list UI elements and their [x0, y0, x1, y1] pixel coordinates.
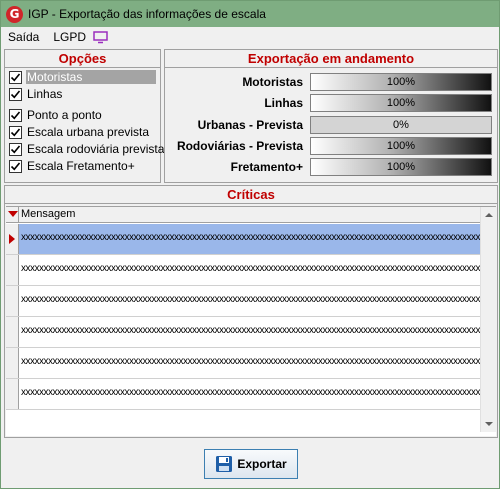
- export-button[interactable]: Exportar: [204, 449, 298, 479]
- progress-bar-rodoviarias: 100%: [310, 137, 492, 155]
- row-indicator: [6, 255, 19, 285]
- progress-label: Motoristas: [242, 75, 303, 89]
- monitor-icon[interactable]: [93, 30, 108, 44]
- progress-row-rodoviarias: Rodoviárias - Prevista 100%: [165, 136, 497, 156]
- checkbox-linhas[interactable]: [9, 87, 22, 101]
- option-label-escala-rodoviaria: Escala rodoviária prevista: [27, 142, 165, 156]
- table-row[interactable]: xxxxxxxxxxxxxxxxxxxxxxxxxxxxxxxxxxxxxxxx…: [6, 348, 480, 379]
- row-indicator: [6, 224, 19, 254]
- table-cell-mensagem[interactable]: xxxxxxxxxxxxxxxxxxxxxxxxxxxxxxxxxxxxxxxx…: [19, 379, 480, 409]
- checkbox-escala-fretamento[interactable]: [9, 159, 22, 173]
- progress-row-motoristas: Motoristas 100%: [165, 72, 497, 92]
- progress-percent: 0%: [393, 119, 409, 131]
- checkbox-ponto-a-ponto[interactable]: [9, 108, 22, 122]
- option-label-escala-fretamento: Escala Fretamento+: [27, 159, 135, 173]
- window-title: IGP - Exportação das informações de esca…: [28, 7, 266, 21]
- chevron-down-icon: [485, 422, 493, 426]
- check-icon: [10, 89, 21, 98]
- row-indicator: [6, 286, 19, 316]
- export-progress-panel: Exportação em andamento Motoristas 100% …: [164, 49, 498, 183]
- option-label-ponto-a-ponto: Ponto a ponto: [27, 108, 102, 122]
- option-escala-urbana[interactable]: Escala urbana prevista: [9, 124, 150, 140]
- check-icon: [10, 72, 21, 81]
- grid-header: Mensagem: [6, 207, 480, 223]
- table-cell-mensagem[interactable]: xxxxxxxxxxxxxxxxxxxxxxxxxxxxxxxxxxxxxxxx…: [19, 255, 480, 285]
- progress-bar-fretamento: 100%: [310, 158, 492, 176]
- scroll-up-button[interactable]: [481, 207, 497, 223]
- grid-indicator-header: [6, 207, 19, 222]
- table-row[interactable]: xxxxxxxxxxxxxxxxxxxxxxxxxxxxxxxxxxxxxxxx…: [6, 224, 480, 255]
- progress-percent: 100%: [386, 140, 416, 152]
- main-window: G IGP - Exportação das informações de es…: [0, 0, 500, 489]
- progress-percent: 100%: [386, 97, 416, 109]
- progress-label: Urbanas - Prevista: [197, 118, 303, 132]
- option-escala-rodoviaria[interactable]: Escala rodoviária prevista: [9, 141, 165, 157]
- options-header: Opções: [5, 50, 160, 68]
- table-cell-mensagem[interactable]: xxxxxxxxxxxxxxxxxxxxxxxxxxxxxxxxxxxxxxxx…: [19, 317, 480, 347]
- table-cell-mensagem[interactable]: xxxxxxxxxxxxxxxxxxxxxxxxxxxxxxxxxxxxxxxx…: [19, 348, 480, 378]
- option-label-linhas: Linhas: [27, 87, 63, 101]
- checkbox-escala-rodoviaria[interactable]: [9, 142, 22, 156]
- criticas-header: Críticas: [5, 186, 497, 204]
- option-motoristas[interactable]: Motoristas: [9, 69, 156, 85]
- menu-bar: Saída LGPD: [1, 27, 499, 47]
- vertical-scrollbar[interactable]: [480, 207, 496, 432]
- progress-label: Linhas: [264, 96, 303, 110]
- progress-row-linhas: Linhas 100%: [165, 93, 497, 113]
- check-icon: [10, 161, 21, 170]
- progress-row-urbanas: Urbanas - Prevista 0%: [165, 115, 497, 135]
- grid-body: xxxxxxxxxxxxxxxxxxxxxxxxxxxxxxxxxxxxxxxx…: [6, 224, 480, 432]
- table-row[interactable]: xxxxxxxxxxxxxxxxxxxxxxxxxxxxxxxxxxxxxxxx…: [6, 317, 480, 348]
- option-ponto-a-ponto[interactable]: Ponto a ponto: [9, 107, 103, 123]
- progress-bar-linhas: 100%: [310, 94, 492, 112]
- checkbox-escala-urbana[interactable]: [9, 125, 22, 139]
- check-icon: [10, 127, 21, 136]
- sort-down-icon[interactable]: [8, 211, 18, 217]
- row-indicator: [6, 317, 19, 347]
- menu-saida[interactable]: Saída: [1, 30, 46, 44]
- option-label-motoristas: Motoristas: [26, 70, 156, 84]
- progress-percent: 100%: [386, 161, 416, 173]
- app-logo-icon: G: [6, 5, 23, 23]
- chevron-up-icon: [485, 213, 493, 217]
- row-indicator: [6, 348, 19, 378]
- progress-bar-motoristas: 100%: [310, 73, 492, 91]
- table-cell-mensagem[interactable]: xxxxxxxxxxxxxxxxxxxxxxxxxxxxxxxxxxxxxxxx…: [19, 224, 480, 254]
- check-icon: [10, 144, 21, 153]
- progress-label: Rodoviárias - Prevista: [176, 139, 303, 153]
- progress-bar-urbanas: 0%: [310, 116, 492, 134]
- scroll-down-button[interactable]: [481, 416, 497, 432]
- table-row[interactable]: xxxxxxxxxxxxxxxxxxxxxxxxxxxxxxxxxxxxxxxx…: [6, 255, 480, 286]
- export-button-label: Exportar: [237, 457, 287, 471]
- table-row[interactable]: xxxxxxxxxxxxxxxxxxxxxxxxxxxxxxxxxxxxxxxx…: [6, 286, 480, 317]
- save-icon: [215, 455, 233, 473]
- option-escala-fretamento[interactable]: Escala Fretamento+: [9, 158, 136, 174]
- export-header: Exportação em andamento: [165, 50, 497, 68]
- table-cell-mensagem[interactable]: xxxxxxxxxxxxxxxxxxxxxxxxxxxxxxxxxxxxxxxx…: [19, 286, 480, 316]
- row-pointer-icon: [9, 234, 15, 244]
- progress-row-fretamento: Fretamento+ 100%: [165, 157, 497, 177]
- options-panel: Opções Motoristas Linhas Ponto a ponto E…: [4, 49, 164, 183]
- title-bar[interactable]: G IGP - Exportação das informações de es…: [1, 1, 499, 27]
- column-header-mensagem[interactable]: Mensagem: [19, 207, 75, 222]
- criticas-panel: Críticas Mensagem xxxxxxxxxxxxxxxxxxxxxx…: [4, 185, 498, 438]
- table-row[interactable]: xxxxxxxxxxxxxxxxxxxxxxxxxxxxxxxxxxxxxxxx…: [6, 379, 480, 410]
- row-indicator: [6, 379, 19, 409]
- progress-label: Fretamento+: [230, 160, 303, 174]
- check-icon: [10, 110, 21, 119]
- option-linhas[interactable]: Linhas: [9, 86, 63, 102]
- menu-lgpd[interactable]: LGPD: [46, 30, 93, 44]
- option-label-escala-urbana: Escala urbana prevista: [27, 125, 150, 139]
- progress-percent: 100%: [386, 76, 416, 88]
- criticas-grid[interactable]: Mensagem xxxxxxxxxxxxxxxxxxxxxxxxxxxxxxx…: [6, 206, 496, 436]
- checkbox-motoristas[interactable]: [9, 70, 22, 84]
